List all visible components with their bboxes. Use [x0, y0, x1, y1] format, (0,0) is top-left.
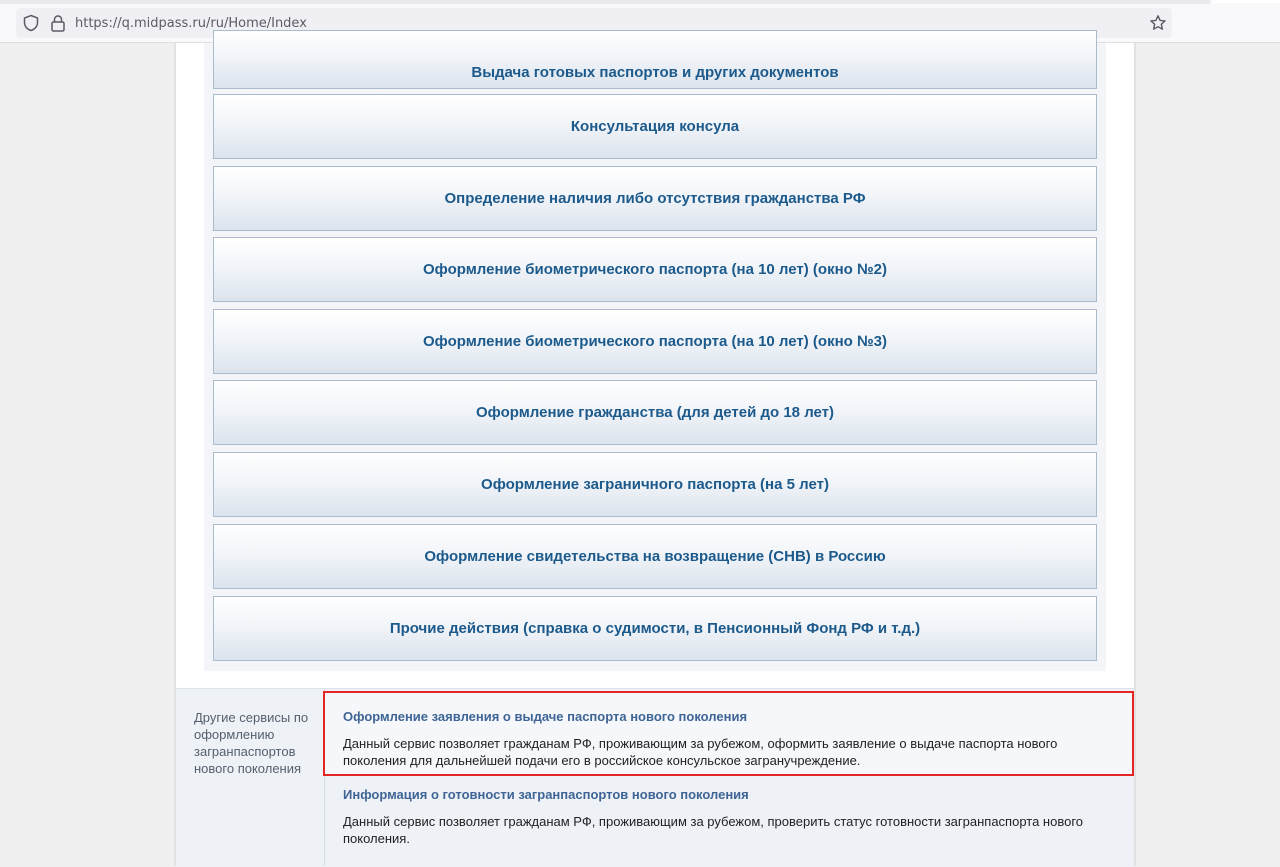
tab-strip-edge-right	[1212, 0, 1280, 3]
service-button-foreign-passport-5y[interactable]: Оформление заграничного паспорта (на 5 л…	[213, 452, 1097, 517]
service-button-label: Оформление заграничного паспорта (на 5 л…	[481, 476, 829, 493]
service-button-biometric-window-2[interactable]: Оформление биометрического паспорта (на …	[213, 237, 1097, 302]
service-button-label: Оформление свидетельства на возвращение …	[424, 548, 886, 565]
passport-readiness-description: Данный сервис позволяет гражданам РФ, пр…	[343, 814, 1084, 846]
service-button-label: Оформление гражданства (для детей до 18 …	[475, 404, 835, 421]
service-button-biometric-window-3[interactable]: Оформление биометрического паспорта (на …	[213, 309, 1097, 374]
service-button-consul-consultation[interactable]: Консультация консула	[213, 94, 1097, 159]
lock-icon[interactable]	[50, 14, 66, 32]
passport-readiness-link[interactable]: Информация о готовности загранпаспортов …	[343, 787, 749, 802]
service-button-label: Оформление биометрического паспорта (на …	[422, 261, 888, 278]
service-button-citizenship-children[interactable]: Оформление гражданства (для детей до 18 …	[213, 380, 1097, 445]
new-passport-application-link[interactable]: Оформление заявления о выдаче паспорта н…	[343, 709, 747, 724]
tab-strip-edge	[0, 0, 1210, 4]
bookmark-star-icon[interactable]	[1149, 14, 1167, 32]
service-button-citizenship-check[interactable]: Определение наличия либо отсутствия граж…	[213, 166, 1097, 231]
other-services-label: Другие сервисы по оформлению загранпаспо…	[194, 710, 309, 776]
page-border-right	[1134, 43, 1136, 866]
service-button-return-certificate[interactable]: Оформление свидетельства на возвращение …	[213, 524, 1097, 589]
service-button-label: Оформление биометрического паспорта (на …	[422, 333, 888, 350]
service-button-other-actions[interactable]: Прочие действия (справка о судимости, в …	[213, 596, 1097, 661]
service-button-label: Определение наличия либо отсутствия граж…	[444, 190, 866, 207]
shield-icon[interactable]	[22, 14, 40, 32]
url-text[interactable]: https://q.midpass.ru/ru/Home/Index	[75, 16, 307, 31]
new-passport-application-description: Данный сервис позволяет гражданам РФ, пр…	[343, 736, 1058, 768]
service-button-label: Консультация консула	[570, 118, 740, 135]
service-button-label: Выдача готовых паспортов и других докуме…	[471, 64, 839, 81]
service-button-label: Прочие действия (справка о судимости, в …	[389, 620, 921, 637]
service-button-document-pickup[interactable]: Выдача готовых паспортов и других докуме…	[213, 30, 1097, 89]
